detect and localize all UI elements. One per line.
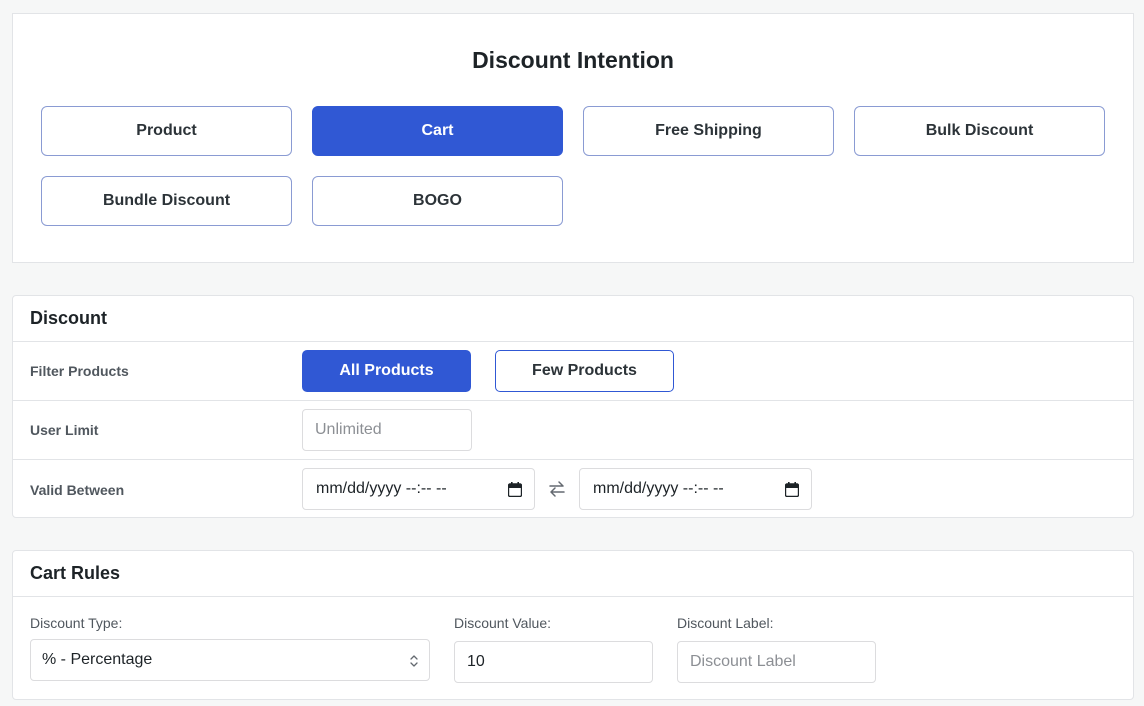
filter-products-row: Filter Products All Products Few Product… — [13, 342, 1133, 401]
valid-between-row: Valid Between mm/dd/yyyy --:-- -- mm/dd/… — [13, 460, 1133, 519]
intention-bulk-discount-button[interactable]: Bulk Discount — [854, 106, 1105, 156]
intention-bundle-discount-button[interactable]: Bundle Discount — [41, 176, 292, 226]
valid-between-label: Valid Between — [30, 481, 125, 498]
user-limit-label: User Limit — [30, 422, 99, 438]
user-limit-input[interactable] — [302, 409, 472, 451]
user-limit-row: User Limit — [13, 401, 1133, 460]
start-date-placeholder: mm/dd/yyyy --:-- -- — [316, 480, 447, 497]
discount-card: Discount Filter Products All Products Fe… — [12, 295, 1134, 518]
discount-type-select[interactable]: % - Percentage — [30, 639, 430, 681]
all-products-button[interactable]: All Products — [302, 350, 471, 392]
calendar-icon[interactable] — [508, 482, 522, 497]
intention-free-shipping-button[interactable]: Free Shipping — [583, 106, 834, 156]
end-date-placeholder: mm/dd/yyyy --:-- -- — [593, 480, 724, 497]
filter-products-label: Filter Products — [30, 363, 129, 379]
end-date-input[interactable]: mm/dd/yyyy --:-- -- — [579, 468, 812, 510]
discount-intention-card: Discount Intention Product Cart Free Shi… — [12, 13, 1134, 263]
intention-cart-button[interactable]: Cart — [312, 106, 563, 156]
cart-rules-body: Discount Type: % - Percentage Discount V… — [13, 597, 1133, 700]
intention-bogo-button[interactable]: BOGO — [312, 176, 563, 226]
calendar-icon[interactable] — [785, 482, 799, 497]
discount-label-label: Discount Label: — [677, 615, 774, 631]
intention-product-button[interactable]: Product — [41, 106, 292, 156]
cart-rules-card: Cart Rules Discount Type: % - Percentage… — [12, 550, 1134, 700]
discount-value-input[interactable] — [454, 641, 653, 683]
few-products-button[interactable]: Few Products — [495, 350, 674, 392]
start-date-input[interactable]: mm/dd/yyyy --:-- -- — [302, 468, 535, 510]
discount-value-label: Discount Value: — [454, 615, 552, 631]
discount-label-input[interactable] — [677, 641, 876, 683]
select-updown-icon — [410, 655, 418, 667]
intention-title: Discount Intention — [472, 47, 674, 73]
discount-type-value: % - Percentage — [42, 651, 153, 668]
swap-arrows-icon — [549, 481, 565, 497]
cart-rules-header: Cart Rules — [13, 551, 1133, 597]
discount-type-label: Discount Type: — [30, 615, 123, 631]
discount-header: Discount — [13, 296, 1133, 342]
